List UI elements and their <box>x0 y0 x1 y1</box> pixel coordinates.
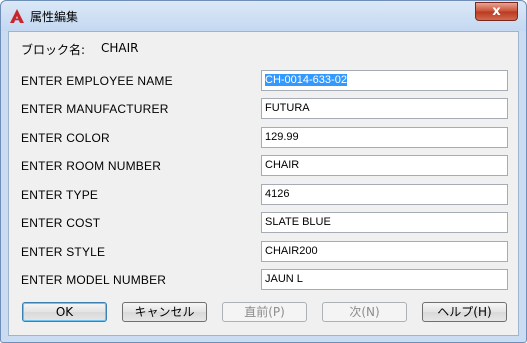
attribute-value-field[interactable]: FUTURA <box>261 98 508 119</box>
attribute-value-field[interactable]: 4126 <box>261 184 508 205</box>
attribute-label: ENTER COLOR <box>21 131 110 145</box>
attribute-label: ENTER ROOM NUMBER <box>21 159 162 173</box>
help-button[interactable]: ヘルプ(H) <box>422 302 507 322</box>
attribute-label: ENTER COST <box>21 216 101 230</box>
attribute-value-field[interactable]: SLATE BLUE <box>261 212 508 233</box>
attribute-label: ENTER STYLE <box>21 245 106 259</box>
attribute-value-field[interactable]: CH-0014-633-02 <box>261 70 508 91</box>
previous-button[interactable]: 直前(P) <box>222 302 307 322</box>
attribute-value-field[interactable]: JAUN L <box>261 269 508 290</box>
attribute-value-field[interactable]: CHAIR200 <box>261 241 508 262</box>
autocad-logo-icon <box>10 9 24 23</box>
ok-button[interactable]: OK <box>22 302 107 322</box>
block-name-value: CHAIR <box>101 41 139 55</box>
attribute-label: ENTER MANUFACTURER <box>21 102 169 116</box>
title-bar[interactable]: 属性編集 x <box>1 1 526 31</box>
attribute-value-field[interactable]: 129.99 <box>261 127 508 148</box>
selected-text: CH-0014-633-02 <box>265 74 347 86</box>
attribute-label: ENTER MODEL NUMBER <box>21 273 167 287</box>
close-icon: x <box>492 4 501 19</box>
attribute-label: ENTER EMPLOYEE NAME <box>21 74 173 88</box>
close-button[interactable]: x <box>475 2 518 21</box>
attribute-label: ENTER TYPE <box>21 188 99 202</box>
block-name-label: ブロック名: <box>21 43 86 57</box>
edit-attributes-dialog: 属性編集 x ブロック名: CHAIR ENTER EMPLOYEE NAME … <box>0 0 527 343</box>
attribute-value-field[interactable]: CHAIR <box>261 155 508 176</box>
cancel-button[interactable]: キャンセル <box>122 302 207 322</box>
dialog-body: ブロック名: CHAIR ENTER EMPLOYEE NAME CH-0014… <box>8 31 519 336</box>
dialog-title: 属性編集 <box>30 10 79 24</box>
next-button[interactable]: 次(N) <box>322 302 407 322</box>
